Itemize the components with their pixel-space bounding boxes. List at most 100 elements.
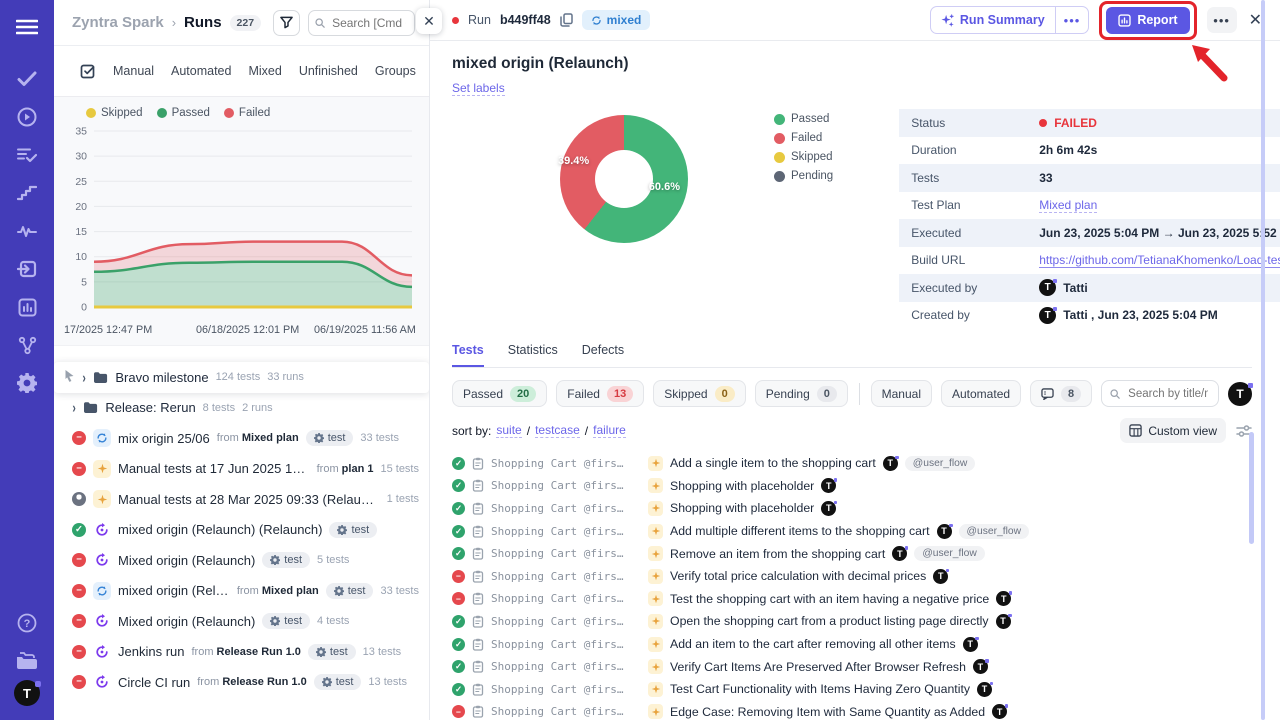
- test-row[interactable]: Shopping Cart @firs…Add an item to the c…: [452, 633, 1252, 656]
- run-row[interactable]: Manual tests at 17 Jun 2025 10:09 from p…: [54, 454, 429, 485]
- play-circle-icon[interactable]: [0, 98, 54, 136]
- run-tests-meta: 15 tests: [380, 463, 419, 475]
- suite-name: Shopping Cart @firs…: [491, 683, 641, 696]
- chevron-right-icon[interactable]: ›: [72, 400, 75, 417]
- run-summary-button[interactable]: Run Summary: [931, 7, 1055, 33]
- run-row[interactable]: mixed origin (Relaunch) from Mixed plan …: [54, 576, 429, 607]
- detail-row-created-by: Created byTTatti , Jun 23, 2025 5:04 PM: [899, 302, 1280, 330]
- branch-icon[interactable]: [0, 326, 54, 364]
- panel-scrollbar-track[interactable]: [1261, 0, 1265, 720]
- filter-manual-chip[interactable]: Manual: [871, 380, 932, 407]
- testcase-icon: [472, 570, 484, 583]
- tab-defects[interactable]: Defects: [582, 343, 624, 367]
- runs-search[interactable]: [308, 10, 415, 36]
- test-row[interactable]: Shopping Cart @firs…Shopping with placeh…: [452, 497, 1252, 520]
- tab-mixed[interactable]: Mixed: [248, 64, 281, 78]
- filter-comments-chip[interactable]: 8: [1030, 380, 1092, 407]
- help-icon[interactable]: ?: [0, 604, 54, 642]
- run-plan-link[interactable]: Release Run 1.0: [217, 646, 301, 658]
- filter-pending-chip[interactable]: Pending0: [755, 380, 848, 407]
- test-row[interactable]: Shopping Cart @firs…Verify total price c…: [452, 565, 1252, 588]
- filter-failed-chip[interactable]: Failed13: [556, 380, 644, 407]
- run-group-row[interactable]: › Release: Rerun 8 tests 2 runs: [54, 393, 429, 424]
- run-row[interactable]: Mixed origin (Relaunch) test 5 tests: [54, 545, 429, 576]
- run-row[interactable]: Circle CI run from Release Run 1.0 test …: [54, 667, 429, 698]
- run-summary-more-icon[interactable]: •••: [1055, 7, 1089, 33]
- test-row[interactable]: Shopping Cart @firs…Edge Case: Removing …: [452, 701, 1252, 720]
- run-plan-link[interactable]: Mixed plan: [262, 585, 319, 597]
- check-icon[interactable]: [0, 60, 54, 98]
- test-row[interactable]: Shopping Cart @firs…Remove an item from …: [452, 542, 1252, 565]
- test-row[interactable]: Shopping Cart @firs…Add a single item to…: [452, 452, 1252, 475]
- gear-icon[interactable]: [0, 364, 54, 402]
- sort-by-testcase[interactable]: testcase: [535, 423, 580, 438]
- list-scrollbar-thumb[interactable]: [1249, 432, 1254, 544]
- sign-in-icon[interactable]: [0, 250, 54, 288]
- sparkle-icon: [648, 569, 663, 584]
- tests-search-input[interactable]: [1126, 387, 1210, 401]
- breadcrumb-separator: ›: [172, 15, 176, 30]
- sort-by-suite[interactable]: suite: [496, 423, 521, 438]
- select-runs-icon[interactable]: [80, 63, 96, 79]
- test-row[interactable]: Shopping Cart @firs…Add multiple differe…: [452, 520, 1252, 543]
- projects-folder-icon[interactable]: [0, 642, 54, 680]
- filter-button[interactable]: [273, 10, 300, 36]
- legend-failed: Failed: [774, 132, 833, 144]
- run-plan-link[interactable]: Release Run 1.0: [222, 676, 306, 688]
- sparkle-icon: [648, 591, 663, 606]
- results-donut-chart: 39.4% 60.6%: [560, 115, 688, 243]
- tab-automated[interactable]: Automated: [171, 64, 231, 78]
- sparkle-icon: [648, 524, 663, 539]
- report-bars-icon[interactable]: [0, 288, 54, 326]
- test-plan-link[interactable]: Mixed plan: [1039, 198, 1097, 213]
- report-button[interactable]: Report: [1106, 7, 1189, 34]
- list-check-icon[interactable]: [0, 136, 54, 174]
- filter-passed-chip[interactable]: Passed20: [452, 380, 547, 407]
- activity-icon[interactable]: [0, 212, 54, 250]
- test-row[interactable]: Shopping Cart @firs…Test the shopping ca…: [452, 588, 1252, 611]
- run-row[interactable]: mix origin 25/06 from Mixed plan test 33…: [54, 423, 429, 454]
- chevron-right-icon[interactable]: ›: [82, 369, 85, 386]
- runs-search-input[interactable]: [330, 15, 408, 31]
- assignee-avatar[interactable]: T: [1228, 382, 1252, 406]
- test-row[interactable]: Shopping Cart @firs…Verify Cart Items Ar…: [452, 655, 1252, 678]
- svg-text:10: 10: [75, 251, 87, 263]
- custom-view-button[interactable]: Custom view: [1120, 418, 1226, 443]
- run-group-row[interactable]: › Bravo milestone 124 tests 33 runs: [54, 362, 429, 393]
- relaunch-run-icon: [93, 551, 111, 569]
- tab-tests[interactable]: Tests: [452, 343, 484, 367]
- test-row[interactable]: Shopping Cart @firs…Test Cart Functional…: [452, 678, 1252, 701]
- run-row[interactable]: mixed origin (Relaunch) (Relaunch) test: [54, 515, 429, 546]
- run-plan-link[interactable]: plan 1: [342, 463, 374, 475]
- user-avatar[interactable]: T: [14, 680, 40, 706]
- copy-icon[interactable]: [560, 13, 573, 27]
- filter-automated-chip[interactable]: Automated: [941, 380, 1021, 407]
- test-title: Add a single item to the shopping cart: [670, 456, 876, 470]
- more-actions-icon[interactable]: •••: [1207, 7, 1237, 33]
- run-plan-link[interactable]: Mixed plan: [242, 432, 299, 444]
- steps-icon[interactable]: [0, 174, 54, 212]
- filter-skipped-chip[interactable]: Skipped0: [653, 380, 746, 407]
- tab-unfinished[interactable]: Unfinished: [299, 64, 358, 78]
- run-detail-panel: Run b449ff48 mixed Run Summary ••• Repor…: [430, 0, 1280, 720]
- tab-groups[interactable]: Groups: [375, 64, 416, 78]
- runs-tabs: Manual Automated Mixed Unfinished Groups: [54, 46, 429, 96]
- sort-by-failure[interactable]: failure: [593, 423, 626, 438]
- set-labels-link[interactable]: Set labels: [452, 81, 505, 96]
- run-row[interactable]: Mixed origin (Relaunch) test 4 tests: [54, 606, 429, 637]
- avatar: T: [963, 637, 978, 652]
- hamburger-menu-icon[interactable]: [0, 8, 54, 46]
- breadcrumb-project[interactable]: Zyntra Spark: [72, 14, 164, 31]
- tab-manual[interactable]: Manual: [113, 64, 154, 78]
- panel-close-icon[interactable]: ✕: [416, 8, 442, 34]
- build-url-link[interactable]: https://github.com/TetianaKhomenko/Load-…: [1039, 253, 1280, 268]
- run-row[interactable]: Jenkins run from Release Run 1.0 test 13…: [54, 637, 429, 668]
- comment-icon: [1041, 388, 1054, 400]
- test-row[interactable]: Shopping Cart @firs…Open the shopping ca…: [452, 610, 1252, 633]
- tab-statistics[interactable]: Statistics: [508, 343, 558, 367]
- test-row[interactable]: Shopping Cart @firs…Shopping with placeh…: [452, 475, 1252, 498]
- tests-search[interactable]: [1101, 380, 1219, 407]
- run-tests-meta: 13 tests: [368, 676, 407, 688]
- run-row[interactable]: Manual tests at 28 Mar 2025 09:33 (Relau…: [54, 484, 429, 515]
- mixed-type-badge[interactable]: mixed: [582, 10, 651, 30]
